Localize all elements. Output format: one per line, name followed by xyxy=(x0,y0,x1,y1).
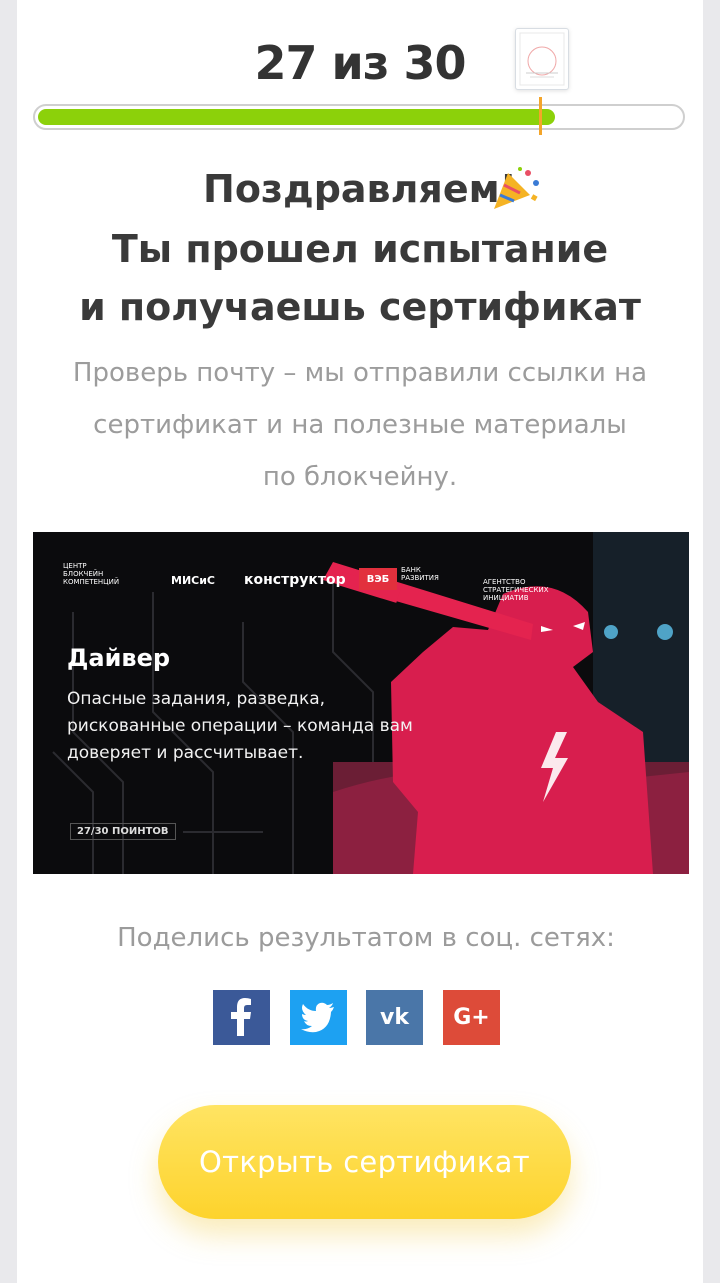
logo-konstruktor: конструктор xyxy=(244,572,346,588)
vk-icon: vk xyxy=(380,1005,409,1030)
logo-misis: МИСиС xyxy=(171,574,216,587)
twitter-share-button[interactable] xyxy=(290,990,347,1045)
logo-bank-razvitiya: БАНК РАЗВИТИЯ xyxy=(401,566,439,582)
facebook-share-button[interactable] xyxy=(213,990,270,1045)
progress-milestone-marker xyxy=(539,97,542,135)
google-plus-share-button[interactable]: G+ xyxy=(443,990,500,1045)
description-line-3: по блокчейну. xyxy=(262,462,458,492)
description-line-2: сертификат и на полезные материалы xyxy=(93,410,627,440)
logo-veb: ВЭБ xyxy=(359,568,397,590)
logo-asi: АГЕНТСТВО СТРАТЕГИЧЕСКИХ ИНИЦИАТИВ xyxy=(483,578,549,602)
heading-line-1: Поздравляем! xyxy=(203,167,517,211)
progress-bar-fill xyxy=(38,109,555,125)
banner-description: Опасные задания, разведка, рискованные о… xyxy=(67,689,413,763)
certificate-preview-icon xyxy=(519,32,565,86)
score-counter: 27 из 30 xyxy=(254,36,466,90)
certificate-thumbnail[interactable] xyxy=(515,28,569,90)
facebook-icon xyxy=(231,998,251,1036)
banner-title: Дайвер xyxy=(67,644,171,672)
google-plus-icon: G+ xyxy=(453,1005,490,1030)
twitter-icon xyxy=(301,1002,334,1033)
points-badge: 27/30 ПОИНТОВ xyxy=(70,823,176,840)
description-line-1: Проверь почту – мы отправили ссылки на xyxy=(72,358,648,388)
heading-line-2: Ты прошел испытание xyxy=(111,227,609,271)
achievement-banner: ЦЕНТР БЛОКЧЕЙН КОМПЕТЕНЦИЙ МИСиС констру… xyxy=(33,532,689,874)
heading-line-3: и получаешь сертификат xyxy=(79,285,641,329)
party-popper-icon xyxy=(494,167,539,209)
vk-share-button[interactable]: vk xyxy=(366,990,423,1045)
progress-bar xyxy=(33,104,685,130)
share-label: Поделись результатом в соц. сетях: xyxy=(117,923,615,953)
logo-blockchain-center: ЦЕНТР БЛОКЧЕЙН КОМПЕТЕНЦИЙ xyxy=(63,562,120,586)
open-certificate-button[interactable]: Открыть сертификат xyxy=(158,1105,571,1219)
